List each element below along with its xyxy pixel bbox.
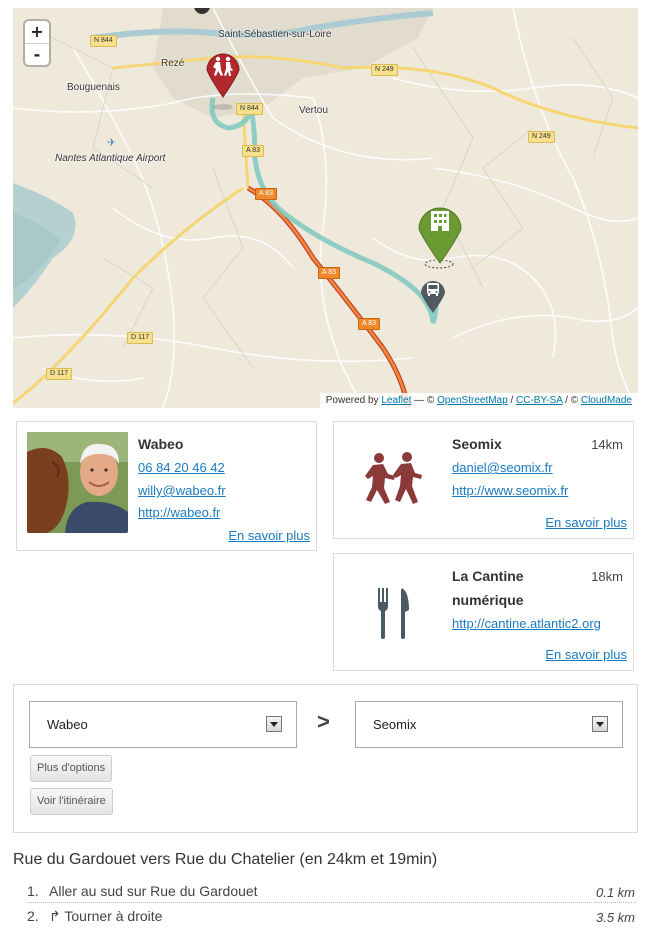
map-marker-bus[interactable]: [419, 276, 447, 314]
step-distance: 0.1 km: [595, 885, 635, 900]
chevron-down-icon[interactable]: [592, 716, 608, 732]
to-select-value: Seomix: [373, 717, 417, 732]
fork-knife-icon: [378, 588, 409, 639]
card-seomix: Seomix 14km daniel@seomix.fr http://www.…: [333, 421, 634, 539]
chevron-down-icon[interactable]: [266, 716, 282, 732]
road-label: A 83: [242, 145, 265, 157]
route-step: 2. ↱ Tourner à droite 3.5 km: [27, 906, 636, 928]
email-link[interactable]: daniel@seomix.fr: [452, 460, 553, 475]
card-wabeo: Wabeo 06 84 20 46 42 willy@wabeo.fr http…: [16, 421, 317, 551]
road-label: A 83: [318, 267, 341, 279]
website-link[interactable]: http://wabeo.fr: [138, 505, 220, 520]
attrib-sep: — ©: [411, 395, 438, 406]
more-link[interactable]: En savoir plus: [228, 528, 310, 543]
place-saint-sebastien: Saint-Sébastien-sur-Loire: [218, 29, 332, 40]
zoom-control: + -: [25, 21, 49, 65]
license-link[interactable]: CC-BY-SA: [516, 395, 562, 406]
road-label: N 844: [236, 103, 263, 115]
road-label: N 844: [90, 35, 117, 47]
card-name: Wabeo: [138, 436, 184, 452]
from-select[interactable]: Wabeo: [29, 701, 297, 748]
to-select[interactable]: Seomix: [355, 701, 623, 748]
place-reze: Rezé: [161, 58, 185, 69]
website-link[interactable]: http://www.seomix.fr: [452, 483, 568, 498]
map-marker-school[interactable]: [204, 48, 242, 98]
road-label: N 249: [371, 64, 398, 76]
distance: 18km: [591, 569, 623, 584]
more-link[interactable]: En savoir plus: [545, 515, 627, 530]
more-link[interactable]: En savoir plus: [545, 647, 627, 662]
more-options-button[interactable]: Plus d'options: [30, 755, 113, 782]
zoom-out-button[interactable]: -: [25, 43, 49, 65]
road-label: A 83: [255, 188, 278, 200]
openstreetmap-link[interactable]: OpenStreetMap: [437, 395, 508, 406]
leaflet-link[interactable]: Leaflet: [381, 395, 411, 406]
card-name-line2: numérique: [452, 592, 524, 608]
airport-icon: ✈: [107, 137, 117, 149]
avatar: [27, 432, 128, 533]
card-name-line1: La Cantine: [452, 568, 524, 584]
road-label: D 117: [46, 368, 73, 380]
route-step: 1. Aller au sud sur Rue du Gardouet 0.1 …: [27, 881, 636, 903]
road-label: N 249: [528, 131, 555, 143]
attrib-sep: / ©: [562, 395, 581, 406]
email-link[interactable]: willy@wabeo.fr: [138, 483, 226, 498]
place-vertou: Vertou: [299, 105, 328, 116]
map[interactable]: + - Saint-Sébastien-sur-Loire Rezé Bougu…: [13, 8, 638, 408]
card-cantine: La Cantine numérique 18km http://cantine…: [333, 553, 634, 671]
step-text: Aller au sud sur Rue du Gardouet: [49, 883, 258, 899]
separator-arrow: >: [317, 709, 330, 734]
map-marker-building[interactable]: [415, 199, 465, 265]
road-label: D 117: [127, 332, 154, 344]
step-distance: 3.5 km: [595, 910, 635, 925]
distance: 14km: [591, 437, 623, 452]
from-select-value: Wabeo: [47, 717, 88, 732]
card-name: Seomix: [452, 436, 502, 452]
map-tiles[interactable]: [13, 8, 638, 408]
children-icon: [365, 452, 422, 504]
attrib-sep: /: [507, 395, 517, 406]
place-airport: Nantes Atlantique Airport: [55, 153, 166, 164]
route-title: Rue du Gardouet vers Rue du Chatelier (e…: [13, 851, 438, 868]
step-number: 1.: [27, 883, 39, 899]
itinerary-form: Wabeo > Seomix Plus d'options Voir l'iti…: [13, 684, 638, 833]
website-link[interactable]: http://cantine.atlantic2.org: [452, 616, 601, 631]
phone-link[interactable]: 06 84 20 46 42: [138, 460, 225, 475]
zoom-in-button[interactable]: +: [25, 21, 49, 43]
map-attribution: Powered by Leaflet — © OpenStreetMap / C…: [319, 393, 638, 408]
cloudmade-link[interactable]: CloudMade: [581, 395, 632, 406]
building-icon: [431, 211, 449, 231]
step-number: 2.: [27, 908, 39, 924]
place-bouguenais: Bouguenais: [67, 82, 120, 93]
road-label: A 83: [358, 318, 381, 330]
show-route-button[interactable]: Voir l'itinéraire: [30, 788, 113, 815]
attrib-powered: Powered by: [325, 395, 382, 406]
step-text: ↱ Tourner à droite: [49, 908, 163, 924]
